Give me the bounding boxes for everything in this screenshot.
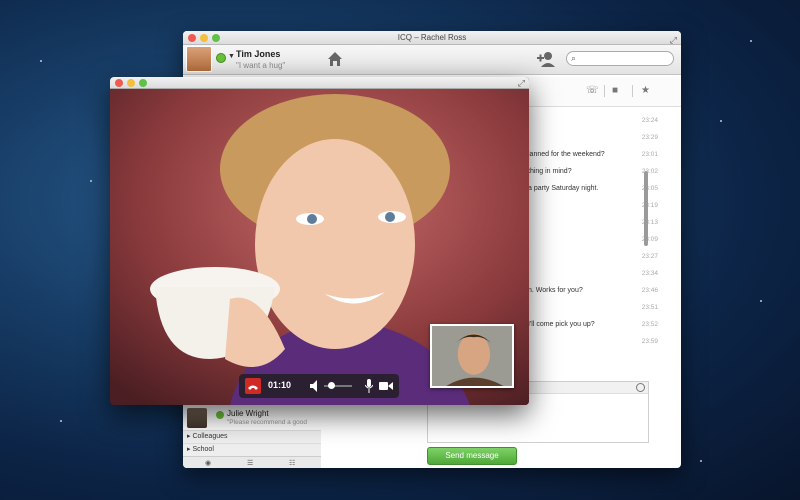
status-icon[interactable] <box>216 53 226 63</box>
user-name: Tim Jones <box>236 49 281 59</box>
star-icon[interactable]: ★ <box>641 85 650 96</box>
close-button[interactable] <box>115 79 123 87</box>
list-item: 23:24 <box>641 117 658 124</box>
avatar[interactable] <box>186 46 212 72</box>
window-title: ICQ – Rachel Ross <box>397 33 467 42</box>
main-toolbar: ▼ Tim Jones "I want a hug" ⌕ <box>183 45 681 75</box>
list-item: I'll come pick you up? 23:52 <box>528 321 658 328</box>
zoom-button[interactable] <box>139 79 147 87</box>
list-icon[interactable]: ☷ <box>289 459 295 467</box>
message-list: 23:24 23:29 lanned for the weekend? 23:01… <box>528 111 658 371</box>
video-call-window: ⤢ 01:10 <box>110 77 529 405</box>
list-item: 23:29 <box>641 134 658 141</box>
search-input[interactable]: ⌕ <box>566 51 674 66</box>
volume-slider-handle[interactable] <box>327 382 335 389</box>
contact-item-julie[interactable]: Julie Wright "Please recommend a good <box>183 406 321 430</box>
list-item: 23:13 <box>641 219 658 226</box>
list-item: 23:19 <box>641 202 658 209</box>
smiley-icon[interactable] <box>636 383 645 392</box>
list-icon[interactable]: ☰ <box>247 459 253 467</box>
phone-icon[interactable]: ☏ <box>586 85 599 96</box>
hangup-icon <box>248 385 258 390</box>
status-icon <box>216 411 224 419</box>
hangup-button[interactable] <box>245 378 261 394</box>
list-item: a party Saturday night. 23:05 <box>528 185 658 192</box>
add-contact-icon[interactable] <box>536 51 556 67</box>
call-controls: 01:10 <box>239 374 399 398</box>
video-titlebar[interactable]: ⤢ <box>110 77 529 89</box>
eye-icon[interactable]: ◉ <box>205 459 211 467</box>
self-video-preview[interactable] <box>430 324 514 388</box>
contact-list: Julie Wright "Please recommend a good ▸ … <box>183 406 321 468</box>
list-item: 23:09 <box>641 236 658 243</box>
list-item: 23:34 <box>641 270 658 277</box>
zoom-button[interactable] <box>212 34 220 42</box>
video-icon[interactable]: ■ <box>612 85 618 96</box>
group-colleagues[interactable]: ▸ Colleagues <box>183 430 321 443</box>
home-icon[interactable] <box>326 50 344 68</box>
chevron-down-icon[interactable]: ▼ <box>228 53 235 60</box>
microphone-icon[interactable] <box>365 379 373 393</box>
send-message-button[interactable]: Send message <box>427 447 517 465</box>
window-controls <box>115 79 147 87</box>
close-button[interactable] <box>188 34 196 42</box>
divider <box>604 85 605 97</box>
conversation-header: ☏ ■ ★ <box>528 77 681 107</box>
group-school[interactable]: ▸ School <box>183 443 321 456</box>
call-timer: 01:10 <box>268 380 292 390</box>
list-item: 23:51 <box>641 304 658 311</box>
contact-status: "Please recommend a good <box>227 419 307 426</box>
list-item: thing in mind? 23:02 <box>528 168 658 175</box>
contact-name: Julie Wright <box>227 409 269 418</box>
list-item: lanned for the weekend? 23:01 <box>528 151 658 158</box>
minimize-button[interactable] <box>200 34 208 42</box>
user-status-message[interactable]: "I want a hug" <box>236 61 285 70</box>
camera-icon[interactable] <box>379 381 393 391</box>
list-item: 23:59 <box>641 338 658 345</box>
sidebar-toolbar: ◉ ☰ ☷ <box>183 456 321 468</box>
search-icon: ⌕ <box>571 53 577 63</box>
divider <box>632 85 633 97</box>
list-item: n. Works for you? 23:46 <box>528 287 658 294</box>
avatar <box>187 408 207 428</box>
scrollbar[interactable] <box>644 171 648 246</box>
list-item: 23:27 <box>641 253 658 260</box>
window-controls <box>188 34 220 42</box>
minimize-button[interactable] <box>127 79 135 87</box>
volume-icon[interactable] <box>310 380 320 392</box>
chat-titlebar[interactable]: ICQ – Rachel Ross ⤢ <box>183 31 681 45</box>
fullscreen-icon[interactable]: ⤢ <box>518 78 525 89</box>
